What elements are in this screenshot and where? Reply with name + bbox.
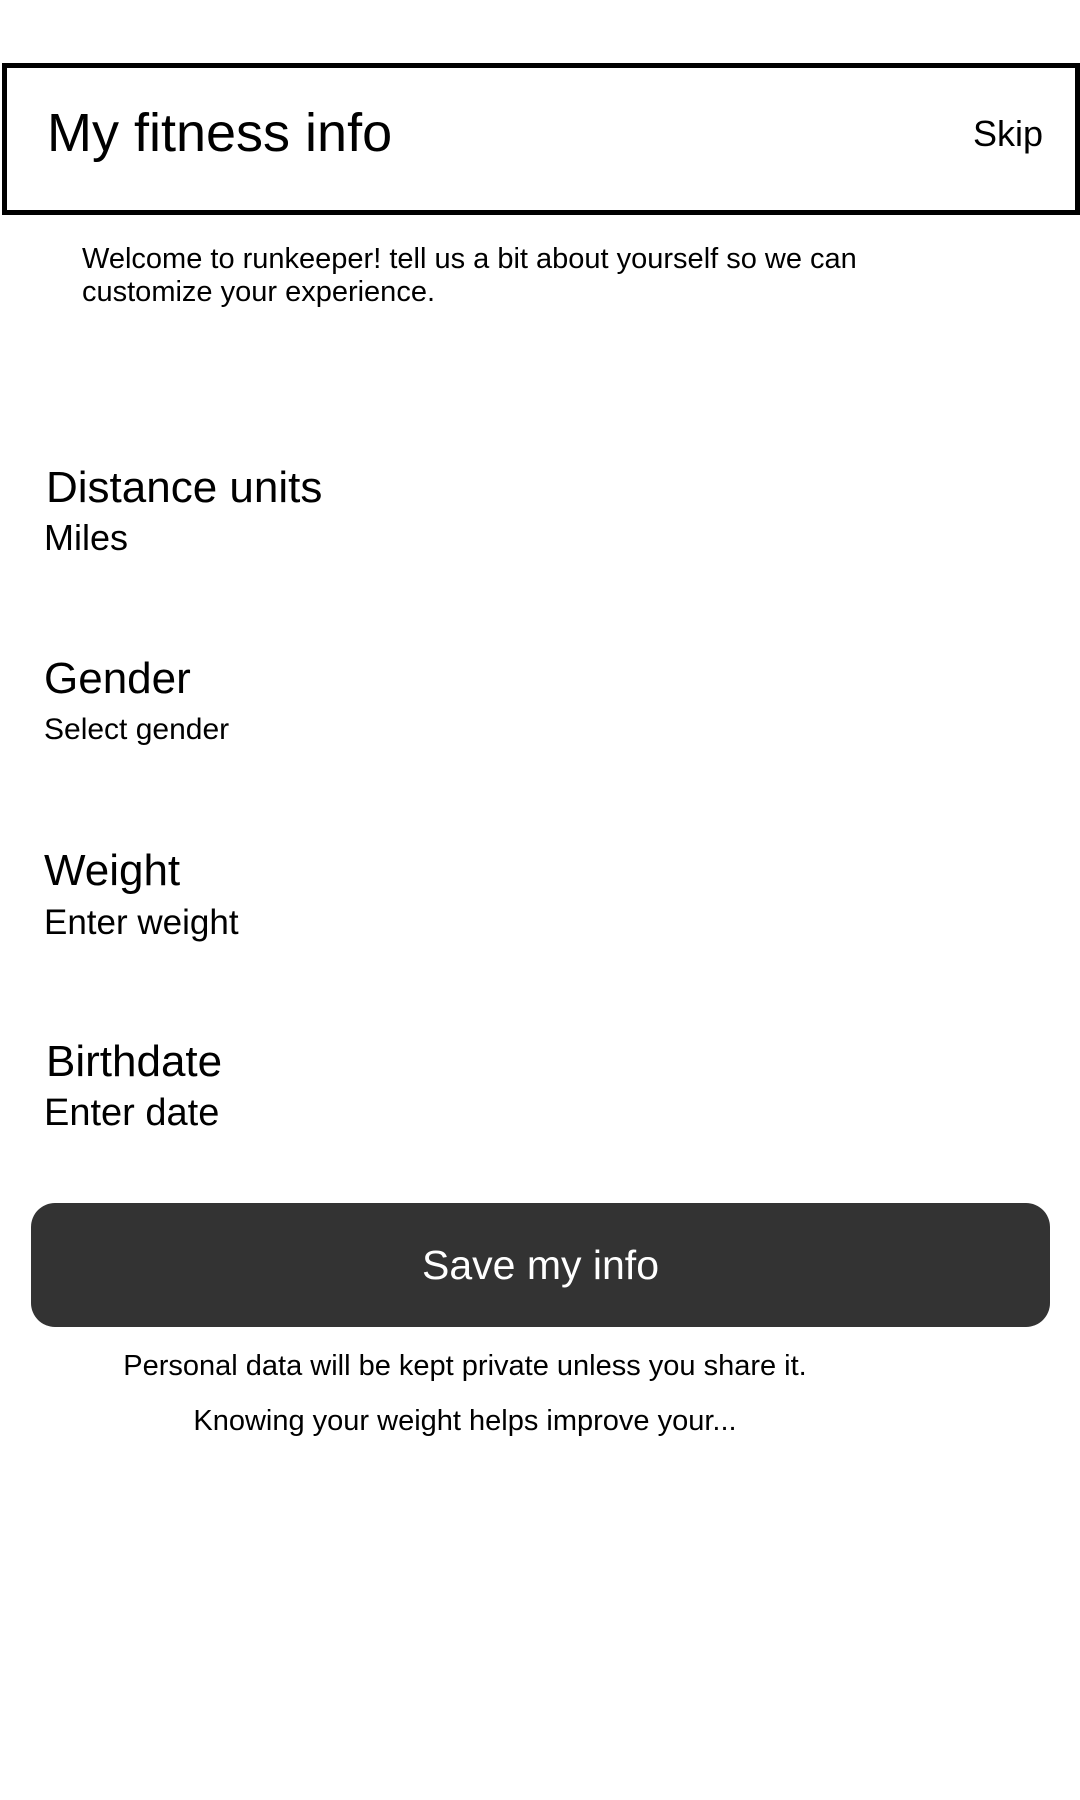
distance-units-label: Distance units bbox=[46, 463, 323, 512]
gender-value: Select gender bbox=[44, 713, 230, 746]
page-title: My fitness info bbox=[47, 103, 393, 163]
gender-field[interactable]: Gender Select gender bbox=[44, 657, 944, 745]
birthdate-label: Birthdate bbox=[46, 1037, 223, 1086]
weight-field[interactable]: Weight Enter weight bbox=[44, 846, 944, 942]
header-bar: My fitness info Skip bbox=[2, 63, 1080, 215]
welcome-message: Welcome to runkeeper! tell us a bit abou… bbox=[82, 243, 857, 308]
privacy-note: Personal data will be kept private unles… bbox=[123, 1350, 807, 1382]
fitness-info-screen: My fitness info Skip Welcome to runkeepe… bbox=[0, 0, 1080, 1800]
distance-units-field[interactable]: Distance units Miles bbox=[44, 466, 944, 556]
save-info-button[interactable]: Save my info bbox=[31, 1203, 1050, 1327]
gender-label: Gender bbox=[44, 654, 191, 703]
weight-hint-note: Knowing your weight helps improve your..… bbox=[193, 1405, 737, 1437]
weight-label: Weight bbox=[44, 846, 181, 895]
weight-value: Enter weight bbox=[44, 903, 239, 942]
skip-button[interactable]: Skip bbox=[973, 116, 1043, 152]
birthdate-field[interactable]: Birthdate Enter date bbox=[44, 1037, 944, 1134]
distance-units-value: Miles bbox=[44, 517, 129, 558]
birthdate-value: Enter date bbox=[44, 1092, 220, 1134]
